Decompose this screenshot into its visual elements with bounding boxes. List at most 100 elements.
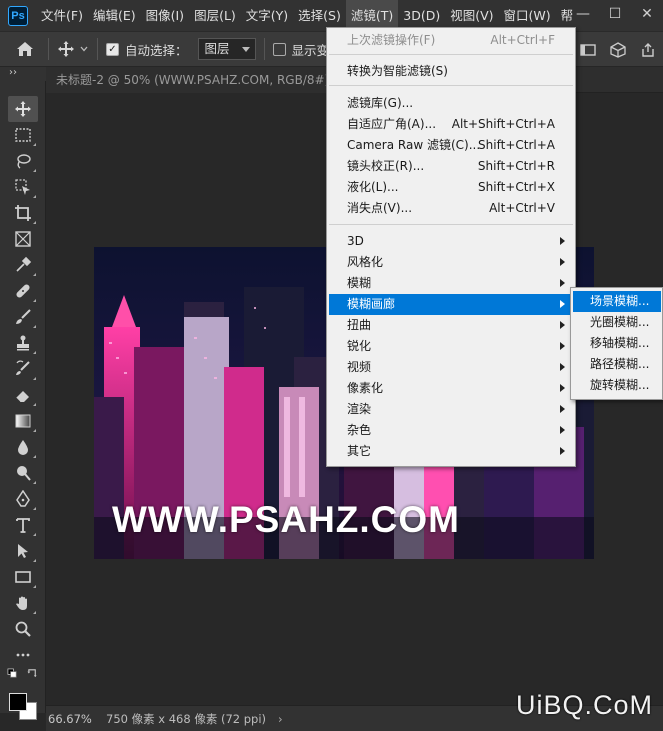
filter-menu-item[interactable]: 锐化 [329,336,573,357]
blur-gallery-item[interactable]: 场景模糊... [573,291,661,312]
close-window-button[interactable]: ✕ [631,0,663,31]
filter-menu-item[interactable]: 自适应广角(A)... Alt+Shift+Ctrl+A [329,114,573,135]
status-menu-arrow[interactable]: › [278,712,283,726]
submenu-arrow-icon [560,342,565,350]
filter-menu-item[interactable]: 镜头校正(R)... Shift+Ctrl+R [329,156,573,177]
history-brush-icon [16,360,30,375]
filter-menu-item[interactable]: 模糊 [329,273,573,294]
lasso-tool[interactable] [8,148,38,174]
menu-layer[interactable]: 图层(L) [189,0,241,31]
filter-menu-item[interactable]: 视频 [329,357,573,378]
filter-menu-item-label: 其它 [347,444,372,458]
move-tool-preset[interactable] [57,40,89,58]
tool-group-indicator [33,169,36,172]
filter-menu-item-label: 滤镜库(G)... [347,96,414,110]
filter-menu-item[interactable]: 液化(L)... Shift+Ctrl+X [329,177,573,198]
document-tab[interactable]: 未标题-2 @ 50% (WWW.PSAHZ.COM, RGB/8#) * × [46,67,373,93]
tool-group-indicator [33,143,36,146]
home-button[interactable] [10,34,40,64]
blur-gallery-item[interactable]: 光圈模糊... [573,312,661,333]
dodge-icon [17,466,31,481]
eraser-tool[interactable] [8,382,38,408]
filter-menu-item[interactable]: 杂色 [329,420,573,441]
lasso-icon [17,154,31,169]
filter-menu-shortcut: Shift+Ctrl+R [477,159,555,173]
menu-image[interactable]: 图像(I) [141,0,189,31]
crop-tool[interactable] [8,200,38,226]
filter-menu-item[interactable]: 扭曲 [329,315,573,336]
filter-menu-item-label: 扭曲 [347,318,372,332]
show-transform-checkbox[interactable] [272,42,286,56]
rectangle-icon [15,571,31,583]
blur-gallery-item[interactable]: 移轴模糊... [573,333,661,354]
magnifier-icon [15,621,31,637]
filter-menu-item[interactable]: 像素化 [329,378,573,399]
filter-menu-item[interactable]: 转换为智能滤镜(S) [329,61,573,82]
gradient-tool[interactable] [8,408,38,434]
filter-menu-item-label: 消失点(V)... [347,201,413,215]
menu-edit[interactable]: 编辑(E) [88,0,141,31]
filter-menu-item[interactable]: 其它 [329,441,573,462]
menu-separator [329,85,573,86]
rectangle-tool[interactable] [8,564,38,590]
submenu-arrow-icon [560,279,565,287]
tool-group-indicator [33,507,36,510]
menu-file[interactable]: 文件(F) [36,0,88,31]
hand-tool[interactable] [8,590,38,616]
blur-tool[interactable] [8,434,38,460]
default-colors-button[interactable] [4,665,20,681]
filter-menu-item-label: 转换为智能滤镜(S) [347,64,448,78]
type-tool[interactable] [8,512,38,538]
filter-menu-item[interactable]: Camera Raw 滤镜(C)... Shift+Ctrl+A [329,135,573,156]
3d-mode-button[interactable] [606,38,630,62]
marquee-tool[interactable] [8,122,38,148]
filter-menu-item[interactable]: 消失点(V)... Alt+Ctrl+V [329,198,573,219]
path-selection-tool[interactable] [8,538,38,564]
pen-tool[interactable] [8,486,38,512]
filter-menu-item-label: 上次滤镜操作(F) [347,33,436,47]
filter-menu-item[interactable]: 渲染 [329,399,573,420]
foreground-color-swatch[interactable] [9,693,27,711]
filter-menu-item-label: 模糊画廊 [347,297,396,311]
submenu-arrow-icon [560,237,565,245]
color-swatches [6,685,40,720]
menu-type[interactable]: 文字(Y) [241,0,293,31]
history-brush-tool[interactable] [8,356,38,382]
dodge-tool[interactable] [8,460,38,486]
clone-stamp-tool[interactable] [8,330,38,356]
more-dots-icon [16,653,30,657]
tool-group-indicator [33,377,36,380]
filter-menu-shortcut: Shift+Ctrl+A [478,138,555,152]
default-colors-icon [7,668,17,678]
filter-menu-shortcut: Alt+Ctrl+F [490,33,555,47]
options-divider [48,38,49,60]
filter-menu-item[interactable]: 3D [329,231,573,252]
healing-brush-tool[interactable] [8,278,38,304]
filter-menu-item-label: 渲染 [347,402,372,416]
submenu-arrow-icon [560,405,565,413]
blur-gallery-item[interactable]: 旋转模糊... [573,375,661,396]
filter-menu-item[interactable]: 滤镜库(G)... [329,93,573,114]
move-tool[interactable] [8,96,38,122]
blur-gallery-item[interactable]: 路径模糊... [573,354,661,375]
swap-colors-button[interactable] [24,665,40,681]
object-selection-tool[interactable] [8,174,38,200]
panel-collapse-toggle[interactable]: ›› [0,67,46,81]
submenu-arrow-icon [560,258,565,266]
filter-menu-item[interactable]: 模糊画廊 [329,294,573,315]
droplet-icon [18,440,28,455]
distribute-button[interactable] [576,38,600,62]
distribute-icon [580,44,596,56]
frame-icon [15,231,31,247]
photoshop-window: Ps 文件(F) 编辑(E) 图像(I) 图层(L) 文字(Y) 选择(S) 滤… [0,0,663,731]
zoom-level-field[interactable]: 66.67% [46,709,96,729]
frame-tool[interactable] [8,226,38,252]
maximize-button[interactable]: ☐ [599,0,631,31]
auto-select-checkbox[interactable]: ✓ [106,42,119,56]
brush-tool[interactable] [8,304,38,330]
filter-menu-item[interactable]: 风格化 [329,252,573,273]
auto-select-target-dropdown[interactable]: 图层 [197,38,256,60]
share-button[interactable] [636,38,660,62]
zoom-tool[interactable] [8,616,38,642]
eyedropper-tool[interactable] [8,252,38,278]
